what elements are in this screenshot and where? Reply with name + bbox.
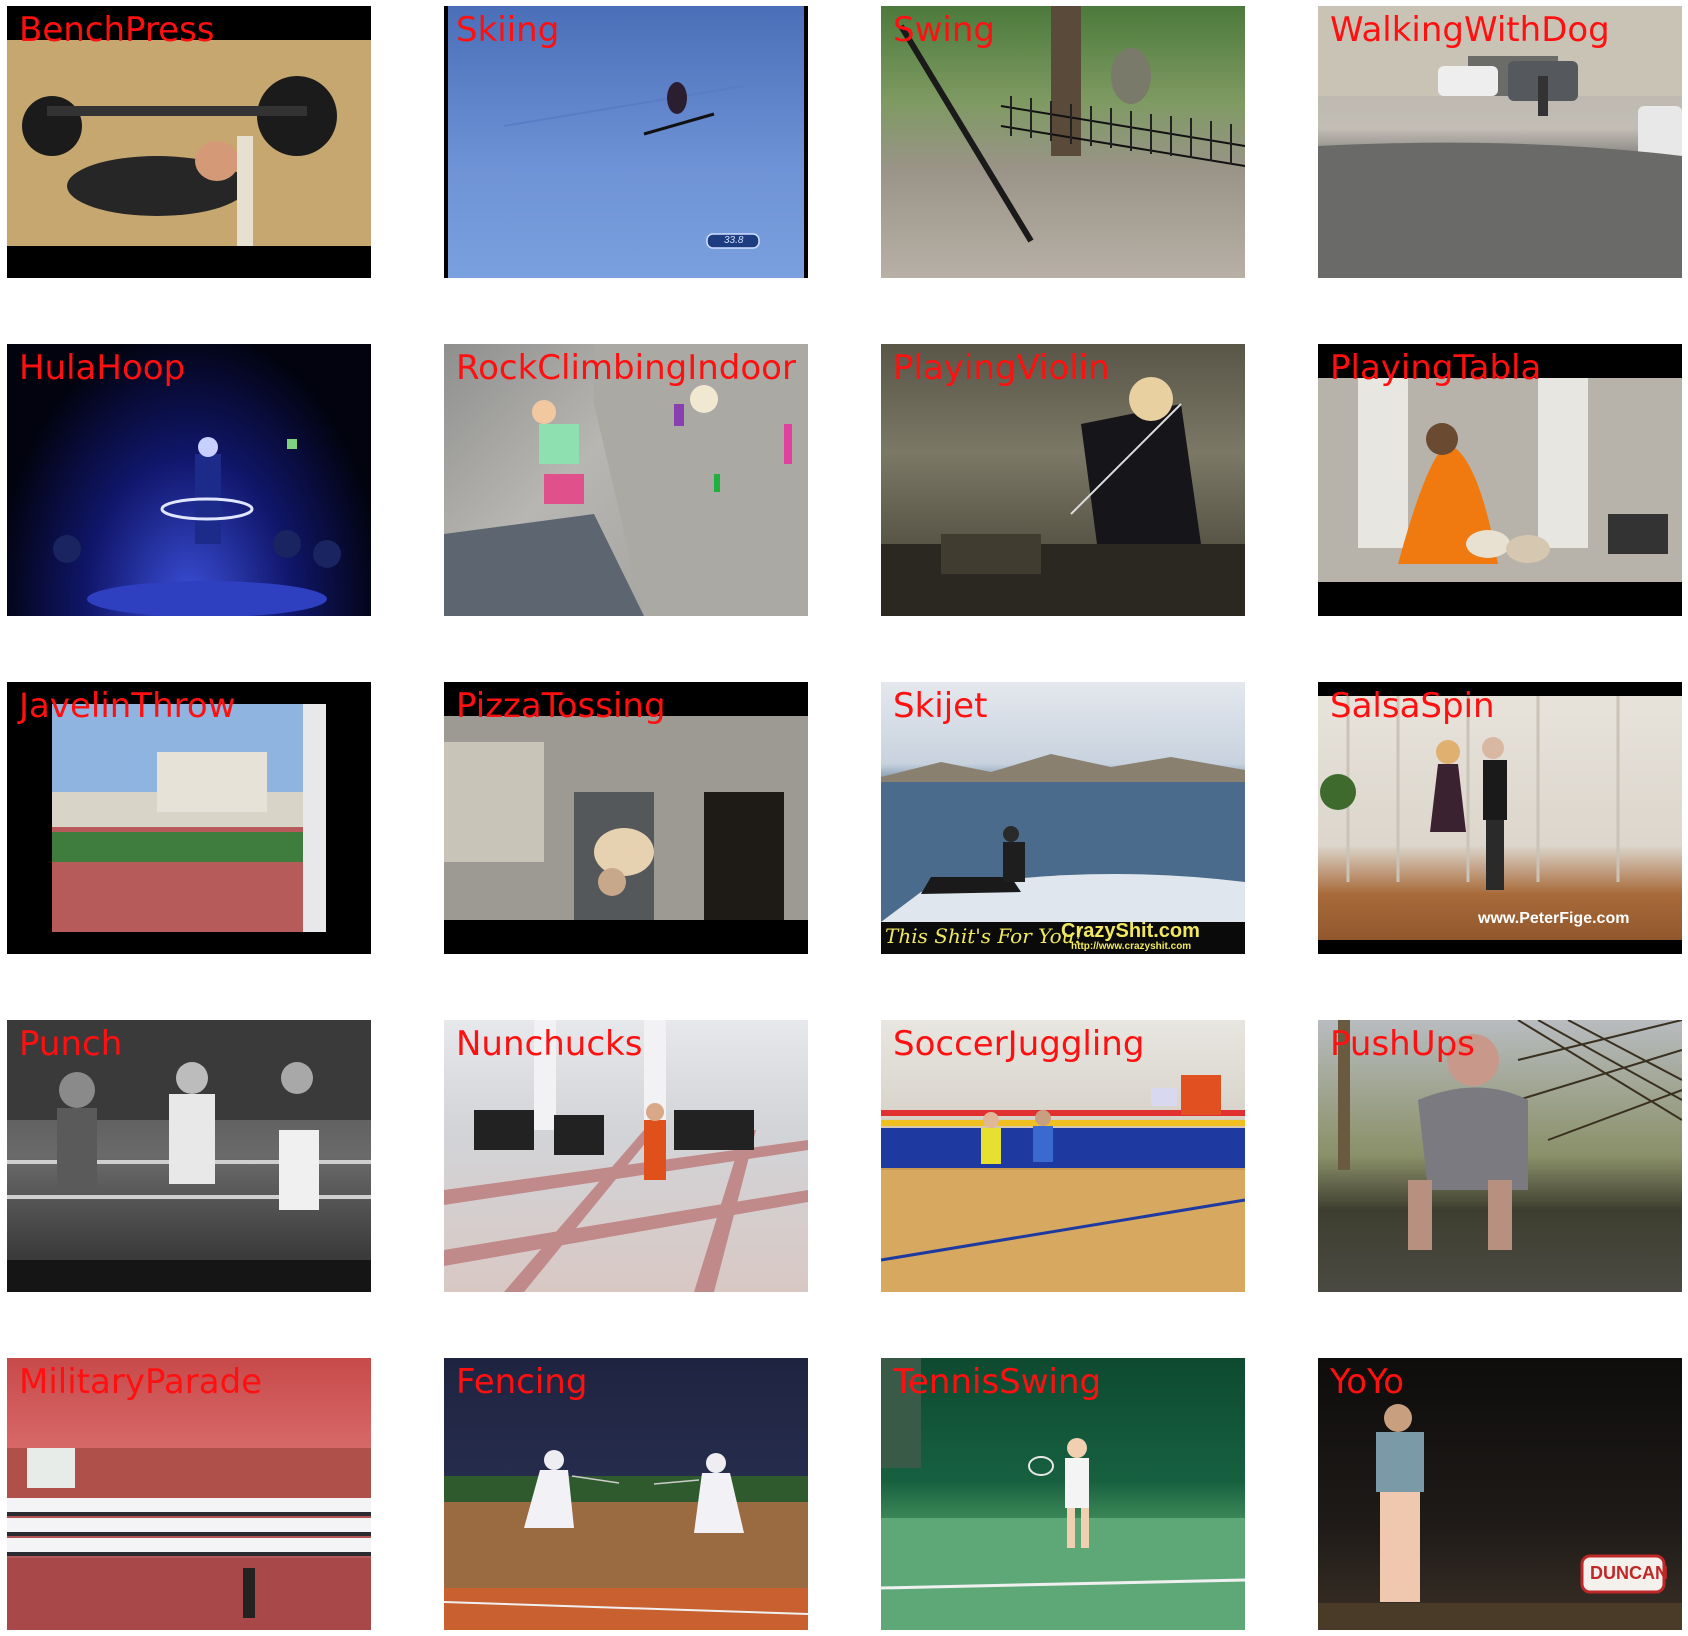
frame-tile: HulaHoop bbox=[7, 344, 371, 616]
action-label: SoccerJuggling bbox=[893, 1024, 1145, 1064]
action-label: Nunchucks bbox=[456, 1024, 643, 1064]
watermark-logo: CrazyShit.com bbox=[1061, 920, 1200, 942]
video-frame-grid: BenchPress 33.8 Skiing Swing WalkingWith… bbox=[7, 6, 1682, 1631]
frame-tile: PlayingViolin bbox=[881, 344, 1245, 616]
action-label: HulaHoop bbox=[19, 348, 186, 388]
frame-tile: RockClimbingIndoor bbox=[444, 344, 808, 616]
frame-tile: JavelinThrow bbox=[7, 682, 371, 954]
action-label: WalkingWithDog bbox=[1330, 10, 1610, 50]
action-label: Swing bbox=[893, 10, 995, 50]
score-overlay: 33.8 bbox=[724, 235, 744, 246]
frame-tile: 33.8 Skiing bbox=[444, 6, 808, 278]
action-label: Skijet bbox=[893, 686, 988, 726]
frame-tile: SoccerJuggling bbox=[881, 1020, 1245, 1292]
action-label: MilitaryParade bbox=[19, 1362, 263, 1402]
watermark-url: http://www.crazyshit.com bbox=[1071, 941, 1192, 952]
watermark-text: www.PeterFige.com bbox=[1478, 910, 1630, 927]
frame-tile: MilitaryParade bbox=[7, 1358, 371, 1630]
logo-text: DUNCAN bbox=[1590, 1563, 1668, 1583]
frame-tile: Swing bbox=[881, 6, 1245, 278]
action-label: PizzaTossing bbox=[456, 686, 666, 726]
action-label: BenchPress bbox=[19, 10, 215, 50]
action-label: RockClimbingIndoor bbox=[456, 348, 796, 388]
frame-tile: www.PeterFige.com SalsaSpin bbox=[1318, 682, 1682, 954]
action-label: TennisSwing bbox=[893, 1362, 1102, 1402]
action-label: Fencing bbox=[456, 1362, 588, 1402]
frame-tile: PushUps bbox=[1318, 1020, 1682, 1292]
frame-tile: TennisSwing bbox=[881, 1358, 1245, 1630]
action-label: YoYo bbox=[1330, 1362, 1405, 1402]
action-label: PlayingTabla bbox=[1330, 348, 1542, 388]
frame-tile: WalkingWithDog bbox=[1318, 6, 1682, 278]
frame-tile: Fencing bbox=[444, 1358, 808, 1630]
frame-tile: This Shit's For You! CrazyShit.com http:… bbox=[881, 682, 1245, 954]
frame-tile: DUNCAN YoYo bbox=[1318, 1358, 1682, 1630]
action-label: PushUps bbox=[1330, 1024, 1475, 1064]
frame-tile: PlayingTabla bbox=[1318, 344, 1682, 616]
frame-tile: Punch bbox=[7, 1020, 371, 1292]
action-label: PlayingViolin bbox=[893, 348, 1110, 388]
action-label: Punch bbox=[19, 1024, 123, 1064]
frame-tile: BenchPress bbox=[7, 6, 371, 278]
frame-tile: Nunchucks bbox=[444, 1020, 808, 1292]
frame-tile: PizzaTossing bbox=[444, 682, 808, 954]
action-label: SalsaSpin bbox=[1330, 686, 1495, 726]
action-label: Skiing bbox=[456, 10, 560, 50]
action-label: JavelinThrow bbox=[19, 686, 236, 726]
watermark-text: This Shit's For You! bbox=[885, 924, 1083, 948]
